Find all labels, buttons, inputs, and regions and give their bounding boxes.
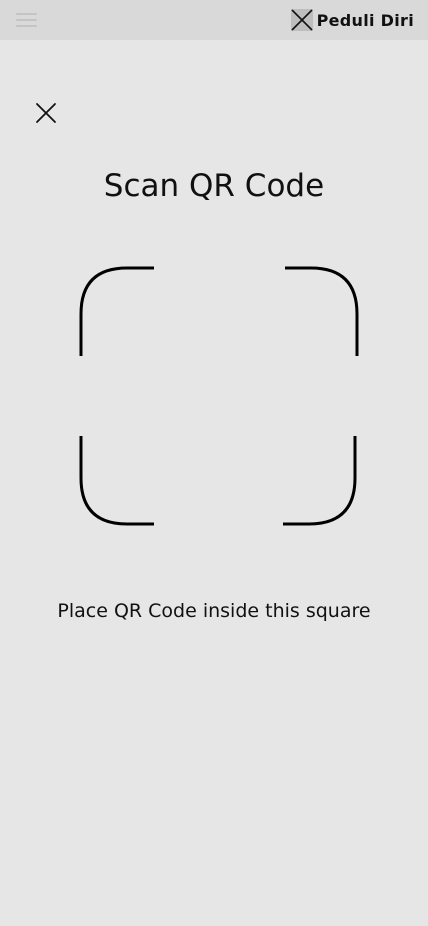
qr-scan-frame — [79, 266, 359, 526]
x-box-logo-icon — [290, 9, 313, 31]
scan-frame-corner-top-right — [285, 266, 359, 356]
menu-line — [16, 13, 37, 15]
scan-frame-corner-bottom-left — [79, 436, 154, 526]
hamburger-menu-icon[interactable] — [16, 12, 37, 28]
brand[interactable]: Peduli Diri — [290, 9, 414, 31]
scan-frame-corner-bottom-right — [283, 436, 357, 526]
close-button[interactable] — [33, 100, 59, 126]
brand-name: Peduli Diri — [316, 10, 414, 30]
menu-line — [16, 25, 37, 27]
menu-line — [16, 19, 37, 21]
scan-frame-corner-top-left — [79, 266, 154, 356]
scan-instruction: Place QR Code inside this square — [57, 600, 371, 622]
page-title: Scan QR Code — [103, 168, 325, 204]
scan-qr-page: Peduli Diri Scan QR Code Place QR Code i… — [0, 0, 428, 926]
top-app-bar: Peduli Diri — [0, 0, 428, 40]
close-icon — [36, 103, 56, 123]
